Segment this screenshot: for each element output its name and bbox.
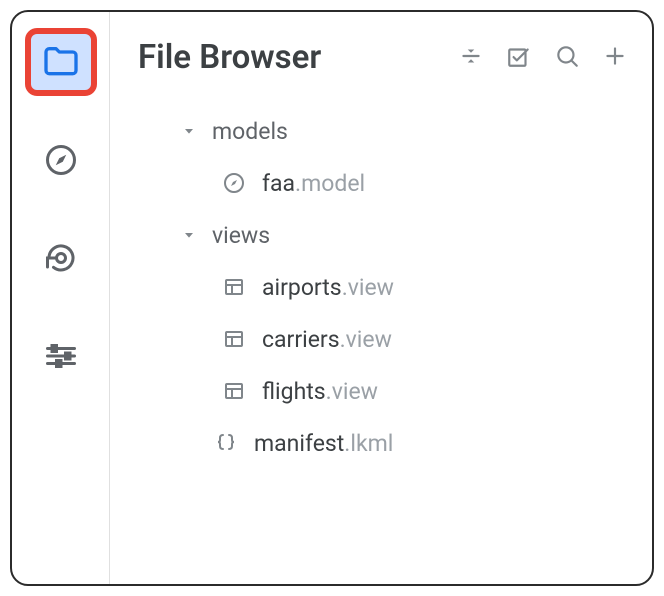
file-label: airports.view xyxy=(262,274,394,301)
tree-folder-children: faa.model xyxy=(180,157,628,209)
search-icon xyxy=(554,43,580,73)
tree-file[interactable]: airports.view xyxy=(220,261,628,313)
sidebar-compass-button[interactable] xyxy=(25,126,97,194)
history-search-icon xyxy=(43,240,79,276)
collapse-icon xyxy=(458,43,484,73)
check-square-icon xyxy=(506,43,532,73)
file-label: flights.view xyxy=(262,378,378,405)
file-label: faa.model xyxy=(262,170,365,197)
compass-icon xyxy=(43,142,79,178)
collapse-button[interactable] xyxy=(458,43,484,73)
table-icon xyxy=(220,275,248,299)
tree-file[interactable]: faa.model xyxy=(220,157,628,209)
table-icon xyxy=(220,379,248,403)
header-actions xyxy=(458,43,628,73)
folder-icon xyxy=(41,42,81,82)
braces-icon xyxy=(212,431,240,455)
sidebar-settings-button[interactable] xyxy=(25,322,97,390)
tree-folder[interactable]: models xyxy=(180,105,628,157)
search-button[interactable] xyxy=(554,43,580,73)
sidebar-folder-button[interactable] xyxy=(25,28,97,96)
sidebar-history-button[interactable] xyxy=(25,224,97,292)
folder-label: models xyxy=(212,118,288,145)
sliders-icon xyxy=(43,338,79,374)
bulk-select-button[interactable] xyxy=(506,43,532,73)
tree-file[interactable]: carriers.view xyxy=(220,313,628,365)
sidebar xyxy=(12,12,110,584)
chevron-down-icon xyxy=(180,227,198,243)
tree-folder[interactable]: views xyxy=(180,209,628,261)
plus-icon xyxy=(602,43,628,73)
file-tree: models faa.model views xyxy=(138,105,628,469)
chevron-down-icon xyxy=(180,123,198,139)
file-label: manifest.lkml xyxy=(254,430,393,457)
file-label: carriers.view xyxy=(262,326,392,353)
tree-file[interactable]: flights.view xyxy=(220,365,628,417)
tree-folder-children: airports.view carriers.view flights.view xyxy=(180,261,628,417)
app-window: File Browser xyxy=(10,10,654,586)
add-button[interactable] xyxy=(602,43,628,73)
main-panel: File Browser xyxy=(110,12,652,584)
page-title: File Browser xyxy=(138,38,321,77)
compass-icon xyxy=(220,171,248,195)
tree-file[interactable]: manifest.lkml xyxy=(180,417,628,469)
table-icon xyxy=(220,327,248,351)
folder-label: views xyxy=(212,222,270,249)
header: File Browser xyxy=(138,38,628,77)
